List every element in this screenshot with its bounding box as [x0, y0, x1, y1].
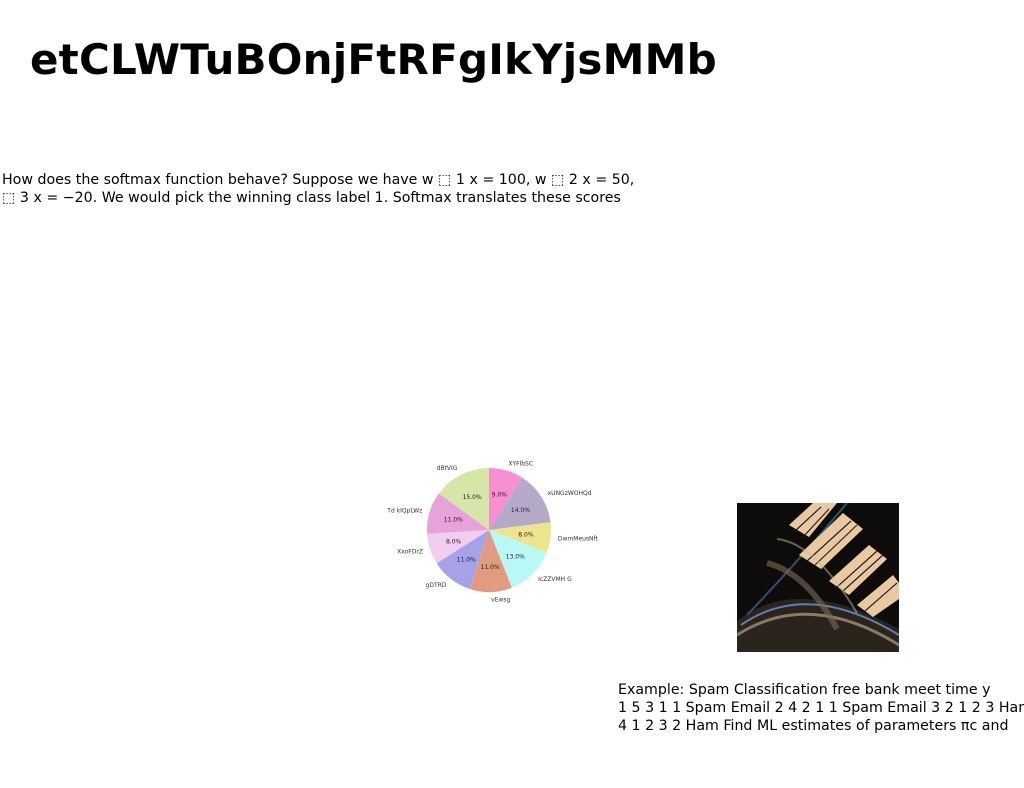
paragraph-line: Example: Spam Classification free bank m… [618, 682, 991, 698]
paragraph-line: 4 1 2 3 2 Ham Find ML estimates of param… [618, 718, 1009, 734]
pie-slice-label: dBtVIG [437, 465, 458, 472]
pie-slice-label: Td kIQpLWz [386, 508, 422, 515]
pie-percent-label: 8.0% [518, 532, 534, 539]
paragraph-line: How does the softmax function behave? Su… [2, 172, 635, 188]
spam-example-paragraph: Example: Spam Classification free bank m… [618, 681, 1024, 735]
pie-percent-label: 11.0% [457, 556, 476, 563]
architecture-photo [737, 503, 899, 652]
pie-percent-label: 9.0% [492, 491, 508, 498]
pie-chart: 9.0% XYFlbSC 14.0% xUNGzWOHQd 8.0% DwmMeusNft… [384, 438, 600, 626]
pie-percent-label: 15.0% [463, 494, 482, 501]
pie-percent-label: 11.0% [481, 564, 500, 571]
architecture-photo-icon [737, 503, 899, 652]
pie-slice-label: xUNGzWOHQd [548, 490, 592, 497]
pie-slice-label: gDTRD [426, 582, 447, 589]
document-title: etCLWTuBOnjFtRFgIkYjsMMb [30, 35, 717, 84]
pie-slice-label: XYFlbSC [508, 460, 533, 467]
pie-slice-label: vEwsg [491, 596, 510, 603]
pie-slice-label: XxoFDrZ [397, 548, 423, 555]
paragraph-line: ⬚ 3 x = −20. We would pick the winning c… [2, 190, 621, 206]
softmax-paragraph: How does the softmax function behave? Su… [2, 171, 634, 207]
paragraph-line: 1 5 3 1 1 Spam Email 2 4 2 1 1 Spam Emai… [618, 700, 1024, 716]
pie-percent-label: 13.0% [506, 553, 525, 560]
pie-slice-label: DwmMeusNft [558, 536, 599, 543]
pie-percent-label: 11.0% [444, 517, 463, 524]
pie-percent-label: 14.0% [511, 507, 530, 514]
pie-slice-label: IcZZVMH G [538, 576, 572, 583]
pie-percent-label: 8.0% [446, 538, 462, 545]
pie-chart-svg: 9.0% XYFlbSC 14.0% xUNGzWOHQd 8.0% DwmMeusNft… [386, 460, 599, 603]
